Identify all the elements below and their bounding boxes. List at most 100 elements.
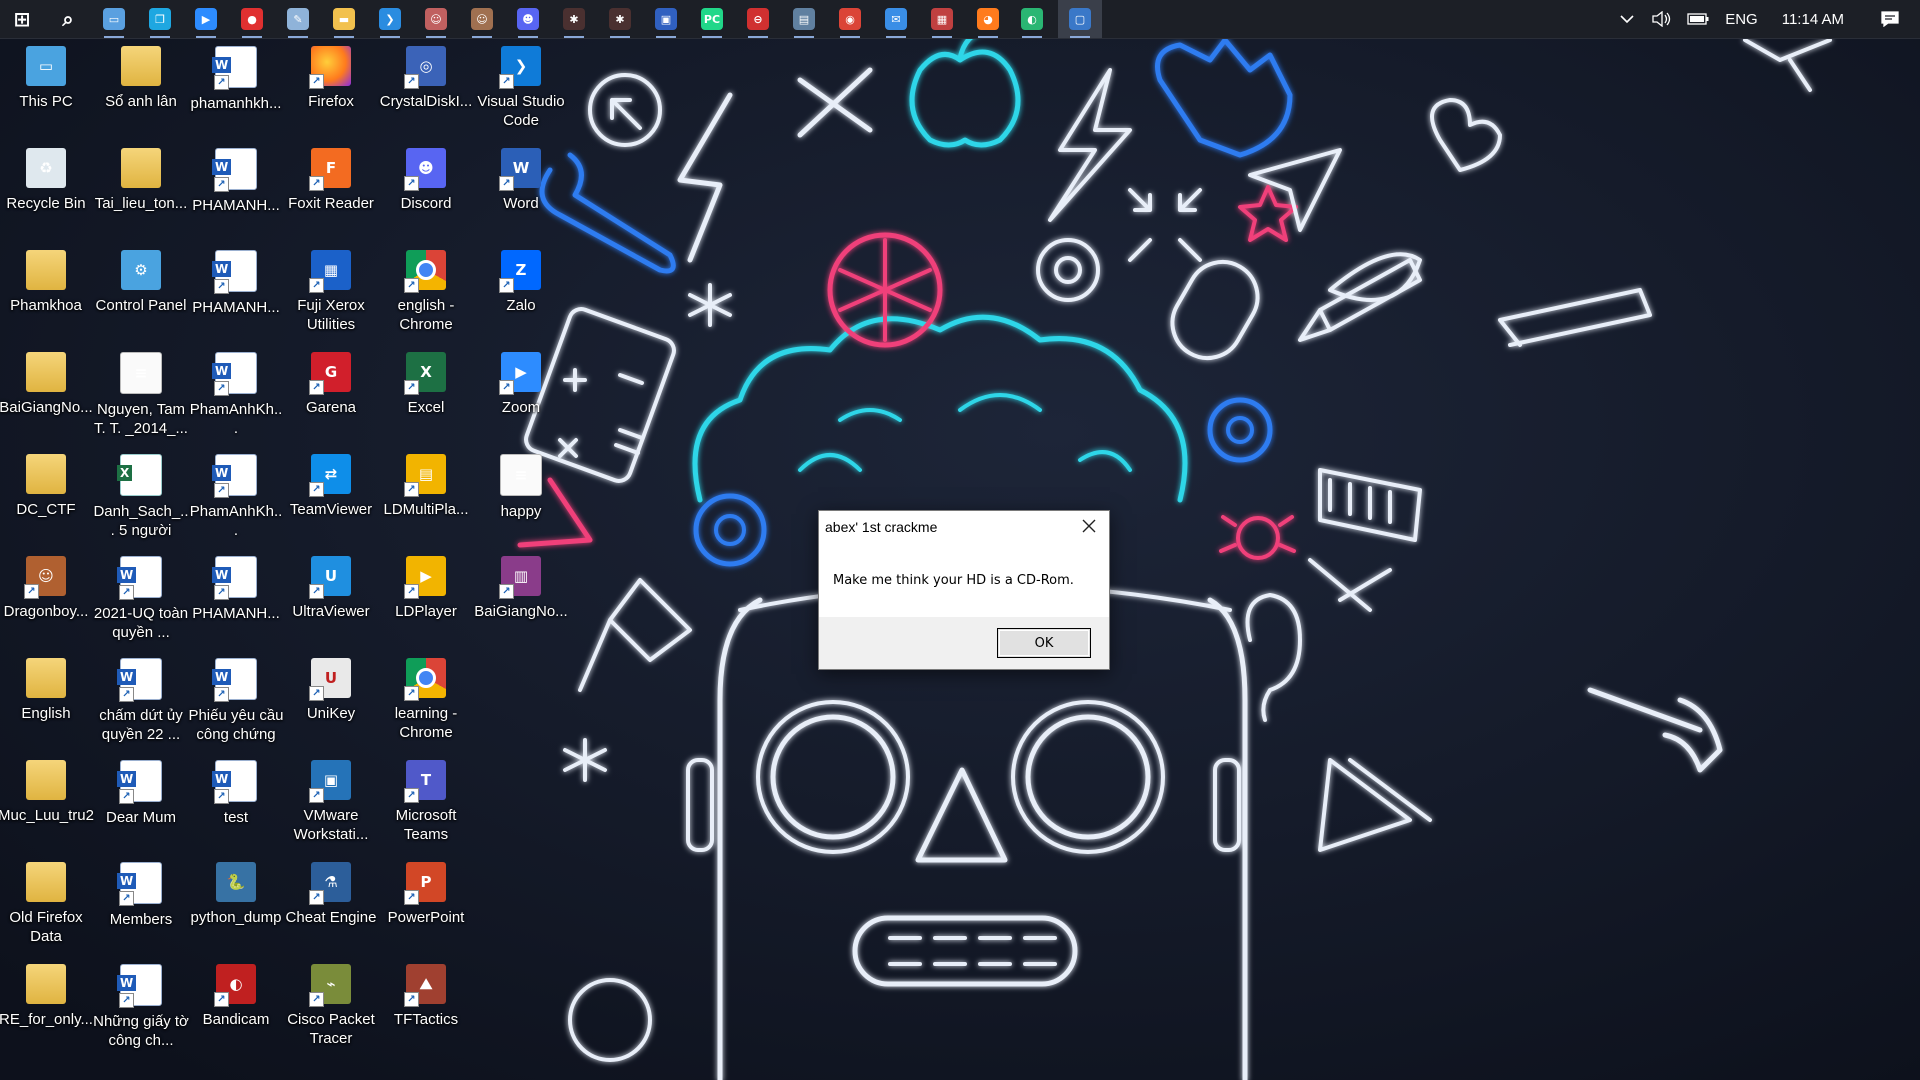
desktop-icon-folder[interactable]: English [0, 650, 92, 746]
desktop-icon-folder[interactable]: Old Firefox Data [0, 854, 92, 950]
person-icon: ☺ [471, 8, 493, 30]
desktop-icon-foxit[interactable]: F Foxit Reader [285, 140, 377, 236]
desktop-icon-tft[interactable]: ⛰ TFTactics [380, 956, 472, 1052]
desktop-icon-word[interactable]: W PHAMANH... [190, 548, 282, 644]
desktop-icon-app[interactable]: ☺ Dragonboy... [0, 548, 92, 644]
desktop-icon-word[interactable]: Wchấm dứt ủy quyền 22 ... [95, 650, 187, 746]
desktop-icon-cheatengine[interactable]: ⚗ Cheat Engine [285, 854, 377, 950]
taskbar-task-manager-button[interactable]: ▭ [92, 0, 136, 38]
ok-button[interactable]: OK [997, 628, 1091, 658]
desktop-icon-zoom[interactable]: ▶ Zoom [475, 344, 567, 440]
debugger-icon: ▣ [655, 8, 677, 30]
desktop-icon-teams[interactable]: T Microsoft Teams [380, 752, 472, 848]
desktop-icon-word[interactable]: Wtest [190, 752, 282, 848]
taskbar-bug-2-button[interactable]: ✱ [598, 0, 642, 38]
taskbar-photos-button[interactable]: ▦ [920, 0, 964, 38]
desktop-icon-word[interactable]: W PHAMANH... [190, 242, 282, 338]
desktop-icon-word[interactable]: W Những giấy tờ công ch... [93, 956, 189, 1052]
taskbar-recorder-button[interactable]: ● [230, 0, 274, 38]
desktop-icon-folder[interactable]: Tai_lieu_ton... [95, 140, 187, 236]
desktop-icon-firefox[interactable]: Firefox [285, 38, 377, 134]
volume-icon[interactable] [1643, 0, 1679, 38]
desktop-icon-control[interactable]: ⚙ Control Panel [95, 242, 187, 338]
python-icon: 🐍 [216, 862, 256, 902]
desktop-icon-word[interactable]: W Phiếu yêu cầu công chứng [188, 650, 284, 746]
window-icon: ▢ [1069, 8, 1091, 30]
desktop-icon-folder[interactable]: RE_for_only... [0, 956, 93, 1052]
desktop-icon-cisco[interactable]: ⌁ Cisco Packet Tracer [285, 956, 377, 1052]
desktop-icon-folder[interactable]: DC_CTF [0, 446, 92, 542]
desktop-icon-txt[interactable]: ≡ happy [475, 446, 567, 542]
taskbar-start-button[interactable]: ⊞ [0, 0, 44, 38]
desktop-icon-word[interactable]: W Members [95, 854, 187, 950]
taskbar-copy-app-button[interactable]: ❐ [138, 0, 182, 38]
desktop-icon-word[interactable]: W PhamAnhKh... [190, 446, 282, 542]
desktop-icon-ldmulti[interactable]: ▤ LDMultiPla... [380, 446, 472, 542]
desktop-icon-unikey[interactable]: U UniKey [285, 650, 377, 746]
taskbar-file-explorer-button[interactable]: ▬ [322, 0, 366, 38]
desktop-icon-word[interactable]: Wphamanhkh... [190, 38, 282, 134]
taskbar-zoom-button[interactable]: ▶ [184, 0, 228, 38]
taskbar-firefox-button[interactable]: ◕ [966, 0, 1010, 38]
taskbar-crackme-button[interactable]: ▢ [1058, 0, 1102, 38]
desktop-icon-folder[interactable]: Sổ anh lân [95, 38, 187, 134]
taskbar-pycharm-button[interactable]: PC [690, 0, 734, 38]
desktop-icon-wordapp[interactable]: W Word [475, 140, 567, 236]
desktop-icon-bin[interactable]: ♻ Recycle Bin [0, 140, 92, 236]
desktop-icon-fuji[interactable]: ▦ Fuji Xerox Utilities [285, 242, 377, 338]
desktop-icon-folder[interactable]: Muc_Luu_tru2 [0, 752, 94, 848]
desktop-icon-word[interactable]: W PHAMANH... [190, 140, 282, 236]
show-hidden-icons-chevron-icon[interactable] [1611, 0, 1643, 38]
desktop-icon-python[interactable]: 🐍 python_dump [190, 854, 282, 950]
taskbar-mail-button[interactable]: ✉ [874, 0, 918, 38]
desktop-icon-word[interactable]: W Dear Mum [95, 752, 187, 848]
taskbar-bug-1-button[interactable]: ✱ [552, 0, 596, 38]
desktop-icon-folder[interactable]: BaiGiangNo... [0, 344, 93, 440]
taskbar-search-button[interactable]: ⌕ [46, 0, 90, 38]
language-indicator[interactable]: ENG [1717, 0, 1766, 38]
desktop-icon-folder[interactable]: Phamkhoa [0, 242, 92, 338]
desktop-icon-label: This PC [19, 93, 73, 110]
dialog-title: abex' 1st crackme [825, 519, 938, 535]
notification-icon[interactable] [1860, 0, 1920, 38]
desktop-icon-zalo[interactable]: Z Zalo [475, 242, 567, 338]
desktop-icon-label: Cisco Packet Tracer [287, 1011, 375, 1047]
taskbar-profile-2-button[interactable]: ☺ [460, 0, 504, 38]
taskbar-notes-button[interactable]: ✎ [276, 0, 320, 38]
desktop-icon-doc[interactable]: ≡ Nguyen, Tam T. T. _2014_... [94, 344, 188, 440]
desktop-icon-label: UniKey [306, 705, 356, 722]
desktop-icon-discord[interactable]: ☻ Discord [380, 140, 472, 236]
clock[interactable]: 11:14 AM [1766, 0, 1860, 38]
taskbar-discord-button[interactable]: ☻ [506, 0, 550, 38]
battery-icon[interactable] [1679, 0, 1717, 38]
desktop-icon-word[interactable]: W 2021-UQ toàn quyền ... [94, 548, 188, 644]
desktop-icon-ldplayer[interactable]: ▶ LDPlayer [380, 548, 472, 644]
desktop-icon-powerpoint[interactable]: P PowerPoint [380, 854, 472, 950]
taskbar-ida-button[interactable]: ⊖ [736, 0, 780, 38]
taskbar-debugger-button[interactable]: ▣ [644, 0, 688, 38]
cheatengine-icon: ⚗ [309, 862, 351, 905]
desktop-icon-label: Word [503, 195, 539, 212]
desktop-icon-vmware[interactable]: ▣ VMware Workstati... [285, 752, 377, 848]
desktop-icon-teamviewer[interactable]: ⇄ TeamViewer [285, 446, 377, 542]
desktop-icon-chrome[interactable]: english - Chrome [380, 242, 472, 338]
desktop-icon-ultraviewer[interactable]: U UltraViewer [285, 548, 377, 644]
desktop-icon-excelapp[interactable]: X Excel [380, 344, 472, 440]
taskbar-profile-1-button[interactable]: ☺ [414, 0, 458, 38]
desktop-icon-bandicam[interactable]: ◐ Bandicam [190, 956, 282, 1052]
taskbar-tool-button[interactable]: ▤ [782, 0, 826, 38]
desktop-icon-word[interactable]: W PhamAnhKh... [190, 344, 282, 440]
desktop-icon-vscode[interactable]: ❯ Visual Studio Code [475, 38, 567, 134]
crystal-icon: ◎ [404, 46, 446, 89]
desktop-icon-chrome[interactable]: learning - Chrome [380, 650, 472, 746]
desktop-icon-crystal[interactable]: ◎ CrystalDiskI... [380, 38, 472, 134]
desktop-icon-pc[interactable]: ▭ This PC [0, 38, 92, 134]
taskbar-vscode-button[interactable]: ❯ [368, 0, 412, 38]
taskbar-chrome-button[interactable]: ◉ [828, 0, 872, 38]
desktop-icon-excel[interactable]: X Danh_Sach_... 5 người [93, 446, 189, 542]
close-icon[interactable] [1069, 511, 1109, 541]
desktop-icon-label: test [223, 809, 249, 826]
desktop-icon-garena[interactable]: G Garena [285, 344, 377, 440]
taskbar-edge-button[interactable]: ◐ [1010, 0, 1054, 38]
desktop-icon-winrar[interactable]: ▥ BaiGiangNo... [474, 548, 568, 644]
